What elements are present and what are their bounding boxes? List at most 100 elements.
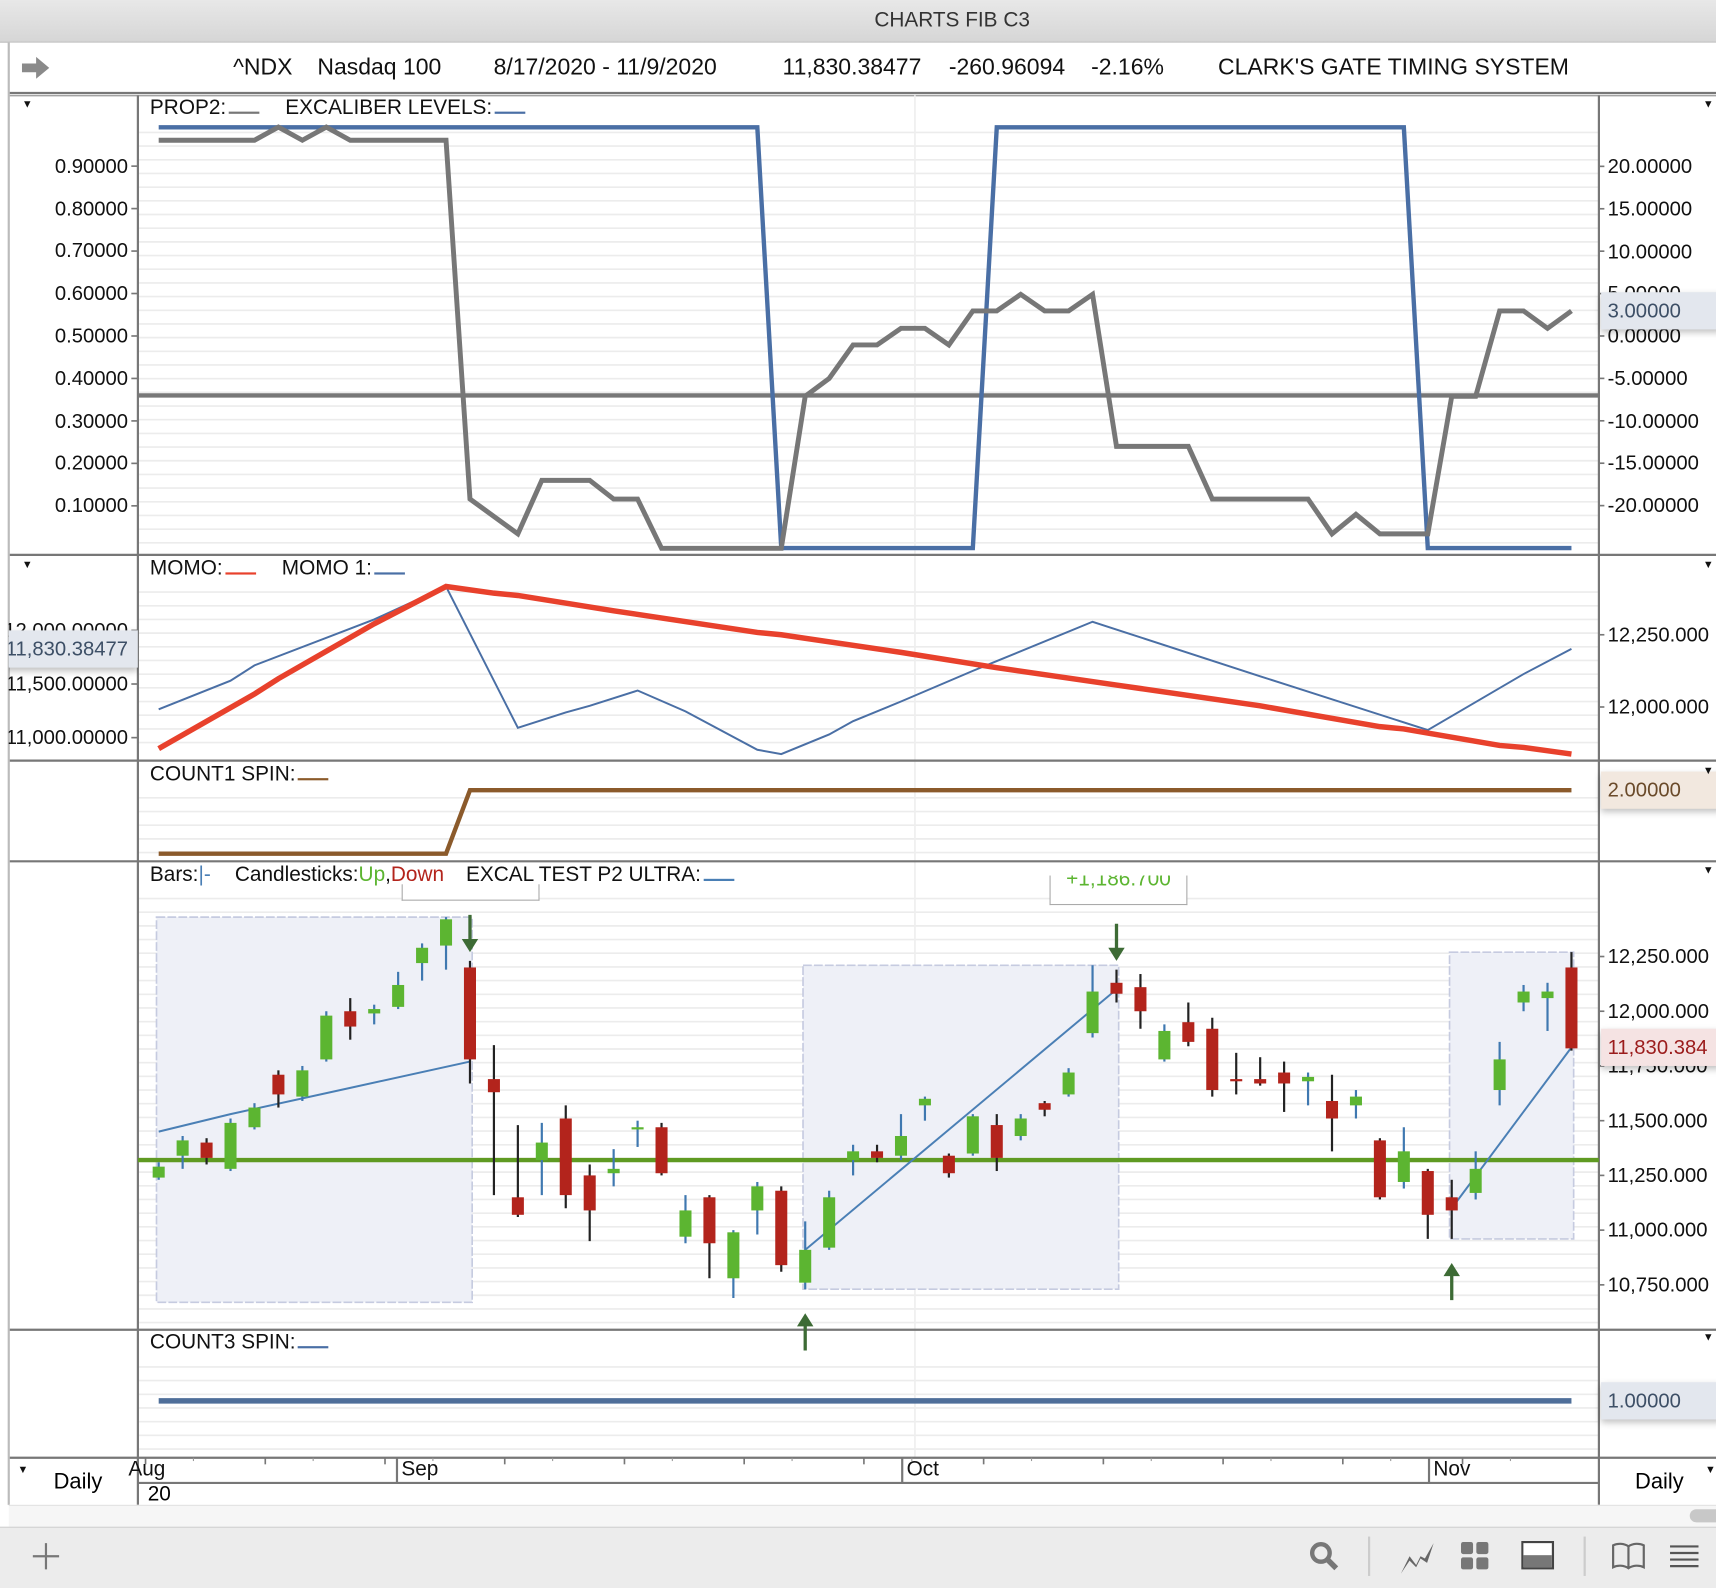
period-selector-right[interactable]: Daily	[1635, 1470, 1684, 1495]
right-axis-label: -10.00000	[1607, 408, 1699, 432]
grid-icon[interactable]	[1460, 1541, 1491, 1572]
momo-legend: MOMO: MOMO 1:	[150, 557, 405, 581]
candle-body	[823, 1197, 836, 1248]
candle	[1373, 1138, 1386, 1200]
candle-body	[990, 1125, 1003, 1158]
fib-zone	[802, 964, 1120, 1291]
candle	[1254, 1057, 1267, 1086]
right-axis-label: 12,250.000	[1607, 944, 1709, 968]
prop-legend: PROP2: EXCALIBER LEVELS:	[149, 96, 526, 120]
candle-body	[1206, 1028, 1219, 1091]
count3-value-badge: 1.00000	[1601, 1382, 1716, 1420]
book-icon[interactable]	[1611, 1541, 1646, 1572]
candle-body	[1158, 1030, 1171, 1060]
search-icon[interactable]	[1309, 1541, 1340, 1572]
panel-menu-icon[interactable]: ▼	[1703, 98, 1714, 110]
month-label: Nov	[1433, 1457, 1471, 1481]
legend-excaliber: EXCALIBER LEVELS:	[285, 96, 493, 120]
candle-body	[368, 1009, 381, 1014]
candle	[1421, 1168, 1434, 1239]
candle	[727, 1230, 740, 1298]
gain-annotation: +1,186.700	[1049, 875, 1188, 906]
left-axis-label: 11,000.00000	[8, 725, 129, 749]
study-swatch	[703, 878, 734, 882]
right-axis-label: 12,250.000	[1607, 622, 1709, 646]
period-selector-left[interactable]: Daily	[54, 1470, 103, 1495]
legend-count3: COUNT3 SPIN:	[149, 1330, 296, 1354]
candle	[320, 1011, 333, 1062]
momo-swatch	[224, 572, 256, 575]
left-axis-label: 0.40000	[54, 366, 129, 390]
candle-body	[1541, 991, 1554, 999]
right-axis-label: 12,000.000	[1607, 999, 1709, 1023]
scrollbar-thumb[interactable]	[1689, 1509, 1716, 1523]
candle-body	[751, 1186, 764, 1211]
bottom-toolbar	[0, 1526, 1716, 1588]
legend-prop2: PROP2:	[149, 96, 227, 120]
add-icon[interactable]	[31, 1541, 62, 1572]
candle-body	[296, 1070, 309, 1097]
candle-body	[320, 1015, 333, 1060]
candle-body	[1038, 1103, 1051, 1110]
panel-menu-icon[interactable]: ▼	[1703, 1332, 1714, 1344]
right-axis-label: 11,250.000	[1607, 1163, 1708, 1187]
legend-bars-symbol: |-	[198, 863, 211, 887]
excaliber-swatch	[494, 111, 526, 114]
candle	[679, 1195, 692, 1244]
candle-body	[1014, 1118, 1027, 1137]
panel-menu-icon[interactable]: ▼	[1703, 865, 1714, 877]
candle-body	[416, 947, 429, 964]
horizontal-scrollbar[interactable]	[8, 1504, 1716, 1528]
candle-body	[248, 1107, 261, 1128]
candle-body	[1373, 1140, 1386, 1198]
panel-menu-icon[interactable]: ▼	[1703, 765, 1714, 777]
candle	[296, 1065, 309, 1101]
legend-study: EXCAL TEST P2 ULTRA:	[465, 863, 701, 887]
candle	[655, 1122, 668, 1176]
candle-body	[1469, 1168, 1482, 1193]
candle	[1397, 1127, 1410, 1189]
chart-icon[interactable]	[1399, 1541, 1436, 1576]
legend-momo1: MOMO 1:	[281, 557, 372, 581]
left-axis-label: 0.90000	[54, 154, 129, 178]
candle-body	[1517, 991, 1530, 1003]
candle-body	[463, 967, 476, 1060]
candle-body	[176, 1140, 189, 1156]
left-value-badge: 11,830.38477	[8, 629, 138, 668]
candle-body	[1421, 1171, 1434, 1215]
candle-body	[1349, 1096, 1362, 1106]
toolbar-divider	[1583, 1536, 1586, 1576]
candle-body	[583, 1175, 596, 1211]
list-icon[interactable]	[1668, 1541, 1701, 1572]
panel-menu-icon[interactable]: ▼	[22, 559, 33, 571]
period-menu-icon[interactable]: ▼	[1705, 1464, 1716, 1476]
panel-menu-icon[interactable]: ▼	[1703, 559, 1714, 571]
candle	[559, 1105, 572, 1209]
momo1-swatch	[374, 572, 405, 575]
candle	[703, 1195, 716, 1279]
count3-swatch	[297, 1346, 329, 1349]
left-axis-label: 0.60000	[54, 281, 129, 305]
price-value-badge: 11,830.384	[1601, 1028, 1716, 1066]
left-axis-label: 0.50000	[54, 323, 129, 347]
month-label: Aug	[128, 1457, 166, 1481]
toolbar-divider	[1367, 1536, 1371, 1576]
panel-icon[interactable]	[1521, 1540, 1556, 1572]
candle-body	[703, 1197, 716, 1244]
legend-bars: Bars:	[149, 863, 199, 887]
annotation-box	[401, 884, 540, 901]
candle-body	[440, 919, 453, 946]
prop-value-badge: 3.00000	[1601, 292, 1716, 330]
panel-menu-icon[interactable]: ▼	[22, 98, 33, 110]
candle	[607, 1149, 620, 1187]
candle-body	[272, 1074, 285, 1095]
candle-body	[1278, 1072, 1291, 1084]
candle	[966, 1114, 979, 1156]
right-axis-label: 10.00000	[1607, 239, 1693, 263]
candle-body	[487, 1079, 500, 1093]
candle-body	[942, 1155, 955, 1174]
candle-body	[200, 1142, 213, 1158]
count1-swatch	[297, 778, 329, 781]
period-menu-icon[interactable]: ▼	[18, 1464, 29, 1476]
candle-body	[966, 1116, 979, 1154]
